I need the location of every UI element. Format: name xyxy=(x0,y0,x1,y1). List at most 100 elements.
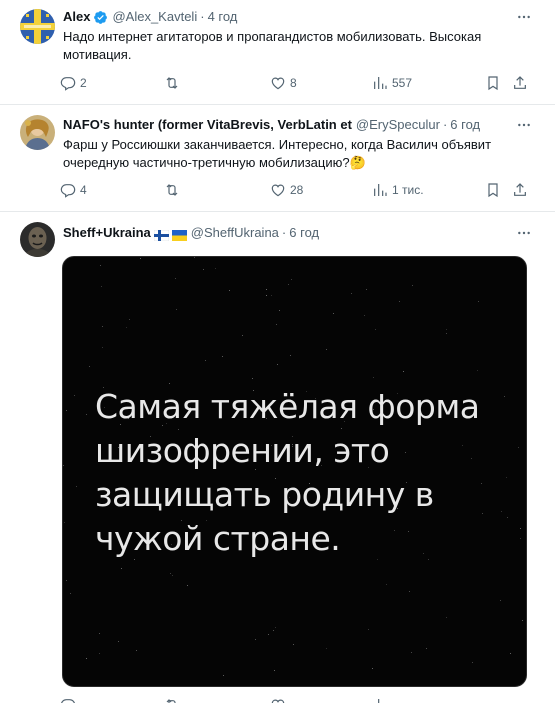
star-dot xyxy=(372,668,373,669)
star-dot xyxy=(373,377,374,378)
reply-button[interactable] xyxy=(60,695,76,703)
star-dot xyxy=(266,289,267,290)
reply-button[interactable]: 4 xyxy=(60,180,87,200)
share-icon xyxy=(514,76,526,89)
star-dot xyxy=(89,366,90,367)
more-icon[interactable] xyxy=(515,116,533,134)
handle[interactable]: @ErySpeculur xyxy=(356,116,440,134)
views-button[interactable] xyxy=(372,695,388,703)
star-dot xyxy=(291,279,292,280)
star-dot xyxy=(175,278,176,279)
star-dot xyxy=(194,257,195,258)
star-dot xyxy=(275,627,276,628)
tweet-alex[interactable]: Alex @Alex_Kavteli · 4 год Надо интернет… xyxy=(0,0,555,105)
views-button[interactable]: 1 тис. xyxy=(372,180,424,200)
action-bar: 2 8 557 xyxy=(60,73,533,93)
star-dot xyxy=(172,575,173,576)
more-icon[interactable] xyxy=(515,224,533,242)
star-dot xyxy=(86,414,87,415)
star-dot xyxy=(426,648,427,649)
star-dot xyxy=(176,309,177,310)
star-dot xyxy=(412,285,413,286)
reply-icon xyxy=(60,184,76,198)
separator-dot: · xyxy=(200,9,205,24)
views-icon xyxy=(378,699,380,703)
avatar[interactable] xyxy=(20,222,55,257)
star-dot xyxy=(477,370,478,371)
star-dot xyxy=(293,644,294,645)
star-dot xyxy=(399,301,400,302)
star-dot xyxy=(229,290,230,291)
separator-dot: · xyxy=(442,117,448,132)
star-dot xyxy=(266,295,267,296)
tweet-text: Фарш у Россиюшки заканчивается. Интересн… xyxy=(63,137,492,170)
share-button[interactable] xyxy=(512,180,528,200)
star-dot xyxy=(409,591,410,592)
avatar[interactable] xyxy=(20,9,55,44)
like-button[interactable] xyxy=(270,695,286,703)
share-button[interactable] xyxy=(512,73,528,93)
views-button[interactable]: 557 xyxy=(372,73,412,93)
bookmark-button[interactable] xyxy=(485,73,501,93)
star-dot xyxy=(136,650,137,651)
star-dot xyxy=(215,268,216,269)
display-name[interactable]: NAFO's hunter (former VitaBrevis, VerbLa… xyxy=(63,116,352,134)
timestamp[interactable]: 6 год xyxy=(289,224,319,242)
star-dot xyxy=(223,675,224,676)
avatar[interactable] xyxy=(20,115,55,150)
reply-icon xyxy=(60,77,76,91)
star-dot xyxy=(375,329,376,330)
star-dot xyxy=(274,670,275,671)
star-dot xyxy=(478,301,479,302)
timestamp[interactable]: 4 год xyxy=(208,8,238,26)
star-dot xyxy=(271,295,272,296)
retweet-button[interactable] xyxy=(164,180,184,200)
star-dot xyxy=(403,371,404,372)
retweet-icon xyxy=(166,77,178,89)
more-icon[interactable] xyxy=(515,8,533,26)
star-dot xyxy=(99,653,100,654)
views-icon xyxy=(374,184,387,196)
finland-flag-icon xyxy=(153,228,170,241)
bookmark-icon xyxy=(488,76,498,91)
star-dot xyxy=(100,265,101,266)
star-dot xyxy=(273,630,274,631)
image-caption-text: Самая тяжёлая форма шизофрении, это защи… xyxy=(95,387,480,558)
handle[interactable]: @SheffUkraina xyxy=(191,224,279,242)
bookmark-button[interactable] xyxy=(485,180,501,200)
star-dot xyxy=(351,293,352,294)
share-icon xyxy=(514,183,526,196)
tweet-nafo-hunter[interactable]: NAFO's hunter (former VitaBrevis, VerbLa… xyxy=(0,105,555,212)
star-dot xyxy=(472,662,473,663)
views-icon xyxy=(374,77,387,89)
like-count: 28 xyxy=(290,183,304,197)
star-dot xyxy=(368,629,369,630)
like-count: 8 xyxy=(290,76,297,90)
star-dot xyxy=(205,360,206,361)
star-dot xyxy=(520,538,521,539)
action-bar xyxy=(60,695,533,703)
like-button[interactable]: 8 xyxy=(270,73,297,93)
display-name[interactable]: Alex xyxy=(63,8,90,26)
retweet-button[interactable] xyxy=(164,695,180,703)
like-icon xyxy=(271,77,285,90)
handle[interactable]: @Alex_Kavteli xyxy=(112,8,197,26)
star-dot xyxy=(326,349,327,350)
tweet-image[interactable]: Самая тяжёлая форма шизофрении, это защи… xyxy=(62,256,527,687)
like-button[interactable]: 28 xyxy=(270,180,303,200)
star-dot xyxy=(169,383,170,384)
star-dot xyxy=(446,617,447,618)
timestamp[interactable]: 6 год xyxy=(450,116,480,134)
star-dot xyxy=(101,286,102,287)
tweet-sheff-ukraina[interactable]: Sheff+Ukraina @SheffUkraina · 6 год Сама… xyxy=(0,212,555,703)
verified-badge-icon xyxy=(93,10,108,25)
like-icon xyxy=(271,184,285,197)
retweet-icon xyxy=(166,699,176,703)
star-dot xyxy=(86,658,87,659)
star-dot xyxy=(522,620,523,621)
display-name[interactable]: Sheff+Ukraina xyxy=(63,224,151,242)
star-dot xyxy=(386,584,387,585)
retweet-button[interactable] xyxy=(164,73,184,93)
reply-button[interactable]: 2 xyxy=(60,73,87,93)
star-dot xyxy=(76,486,77,487)
